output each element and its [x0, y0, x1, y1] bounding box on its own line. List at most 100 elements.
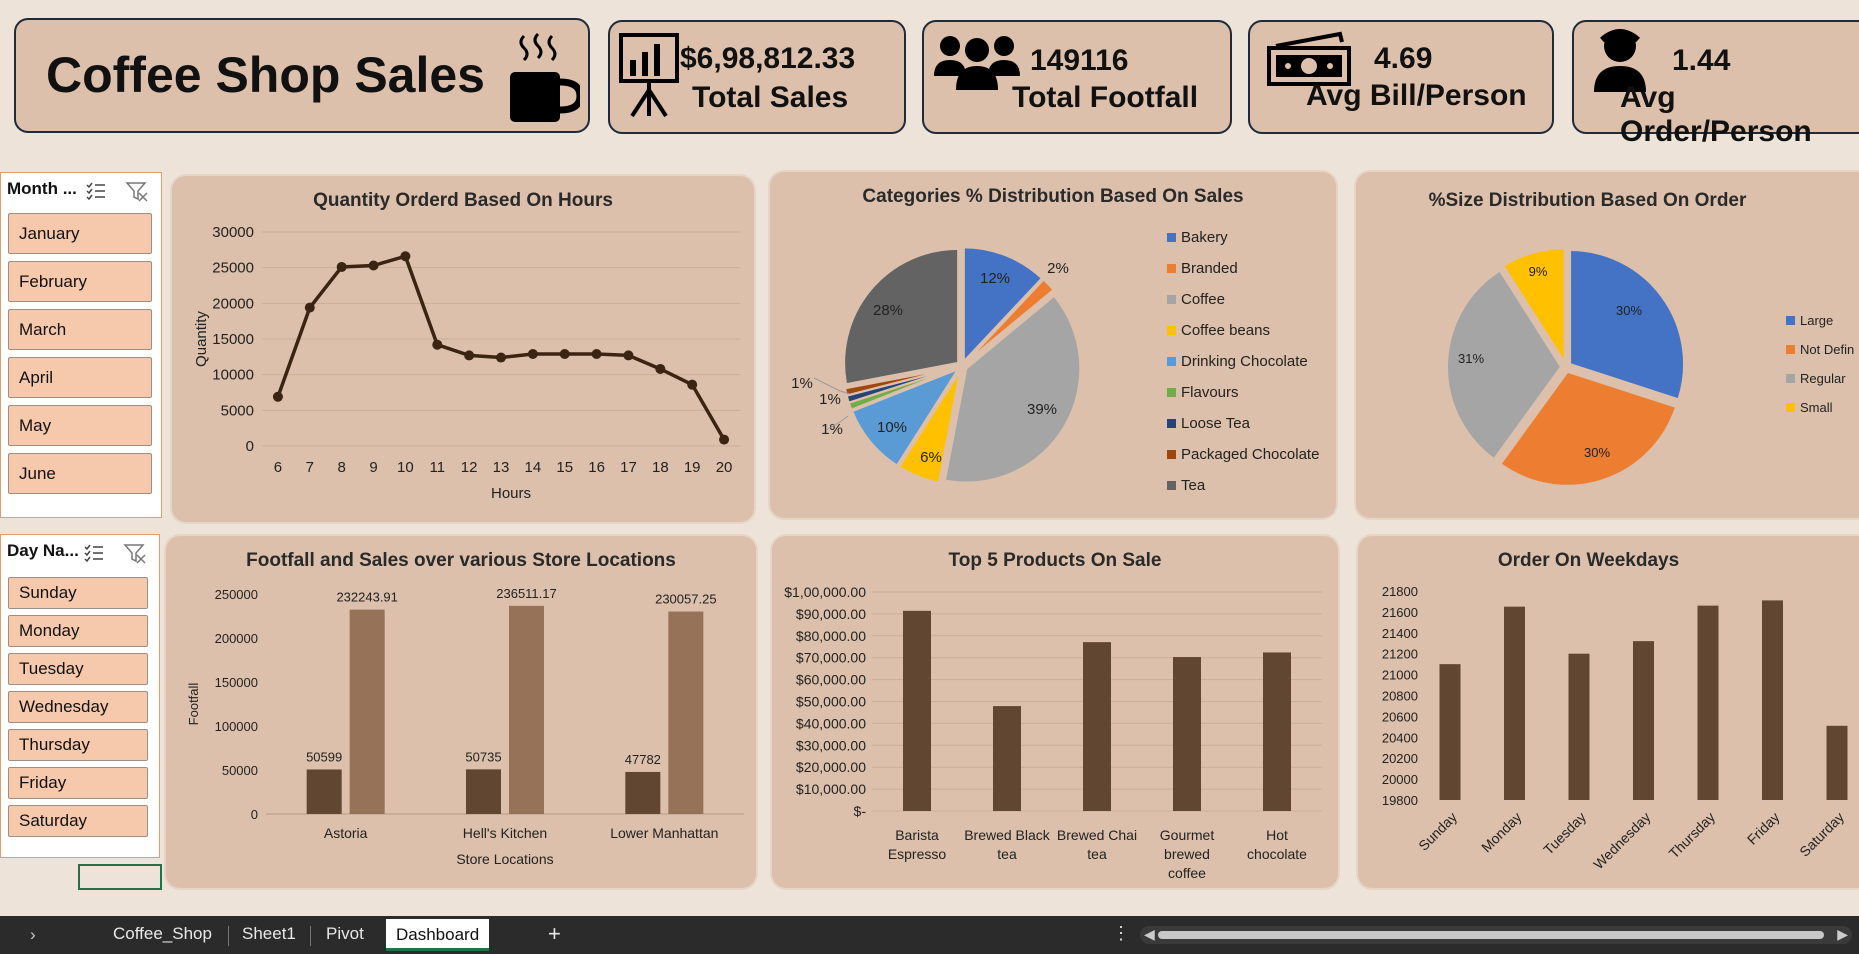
kpi-avg-order-label: Avg Order/Person — [1620, 81, 1812, 148]
day-item-monday[interactable]: Monday — [8, 615, 148, 647]
day-item-friday[interactable]: Friday — [8, 767, 148, 799]
hours-line-chart: 0 5000 10000 15000 20000 25000 30000 6 7 8 9 10 11 12… — [193, 224, 740, 502]
x-tick-label: Wednesday — [1590, 809, 1653, 872]
data-label: 232243.91 — [336, 590, 397, 605]
x-tick-label: 20 — [716, 459, 733, 476]
bar — [349, 609, 385, 814]
tab-sheet1[interactable]: Sheet1 — [242, 924, 296, 944]
x-tick-label: chocolate — [1247, 846, 1307, 862]
day-item-saturday[interactable]: Saturday — [8, 805, 148, 837]
horizontal-scrollbar[interactable]: ◀ ▶ — [1140, 926, 1852, 944]
x-tick-label: 6 — [274, 459, 282, 476]
bar — [509, 605, 544, 814]
kpi-avg-order: 1.44 Avg Order/Person — [1572, 20, 1859, 148]
multi-select-icon[interactable] — [83, 543, 105, 563]
y-tick-label: 20400 — [1382, 730, 1418, 745]
legend-entry: Drinking Chocolate — [1181, 353, 1308, 370]
clear-filter-icon[interactable] — [125, 181, 149, 203]
data-point — [591, 348, 602, 359]
bar — [1633, 641, 1654, 800]
y-tick-label: 5000 — [221, 402, 254, 419]
month-item-february[interactable]: February — [8, 261, 152, 302]
x-tick-label: Gourmet — [1160, 827, 1215, 843]
day-item-tuesday[interactable]: Tuesday — [8, 653, 148, 685]
scroll-tabs-chevron-icon[interactable]: › — [30, 925, 36, 945]
data-point — [432, 339, 443, 350]
tab-coffee-shop[interactable]: Coffee_Shop — [113, 924, 212, 944]
scrollbar-thumb[interactable] — [1158, 931, 1824, 939]
scroll-left-icon[interactable]: ◀ — [1144, 926, 1155, 943]
weekdays-bar-chart: 19800 20000 20200 20400 20600 20800 21000 21200… — [1382, 584, 1848, 872]
x-tick-label: Hell's Kitchen — [463, 825, 547, 841]
x-tick-label: Brewed Black — [964, 827, 1051, 843]
day-slicer[interactable]: Day Na... Sunday Monday Tuesday Wednesda… — [0, 534, 160, 858]
tab-dashboard[interactable]: Dashboard — [386, 919, 490, 951]
locations-bar-chart: 0 50000 100000 150000 200000 250000 50599 23224… — [186, 586, 744, 867]
y-tick-label: 21200 — [1382, 647, 1418, 662]
day-item-wednesday[interactable]: Wednesday — [8, 691, 148, 723]
month-item-may[interactable]: May — [8, 405, 152, 446]
bar — [306, 769, 342, 814]
tab-pivot[interactable]: Pivot — [326, 924, 364, 944]
x-axis-label: Hours — [491, 485, 531, 502]
data-point — [559, 348, 570, 359]
data-label: 1% — [791, 375, 813, 392]
y-tick-label: 20200 — [1382, 751, 1418, 766]
data-point — [304, 302, 315, 313]
data-label: 30% — [1584, 445, 1610, 460]
y-tick-label: $50,000.00 — [796, 694, 866, 710]
data-point — [527, 348, 538, 359]
month-item-march[interactable]: March — [8, 309, 152, 350]
data-point — [368, 260, 379, 271]
data-point — [719, 434, 730, 445]
coffee-mug-icon — [510, 32, 580, 122]
bar — [1762, 600, 1783, 800]
y-axis-label: Footfall — [186, 683, 201, 726]
legend-swatch — [1167, 264, 1176, 273]
selected-cell[interactable] — [78, 864, 162, 890]
x-tick-label: tea — [1087, 846, 1107, 862]
data-point — [655, 363, 666, 374]
more-options-icon[interactable]: ⋮ — [1112, 923, 1130, 944]
legend-swatch — [1786, 316, 1795, 325]
multi-select-icon[interactable] — [85, 181, 107, 201]
legend-swatch — [1786, 403, 1795, 412]
x-tick-label: Hot — [1266, 827, 1288, 843]
clear-filter-icon[interactable] — [123, 543, 147, 565]
x-tick-label: 17 — [620, 459, 637, 476]
x-tick-label: 15 — [556, 459, 573, 476]
tab-divider — [310, 926, 311, 946]
month-item-january[interactable]: January — [8, 213, 152, 254]
y-tick-label: 20800 — [1382, 689, 1418, 704]
month-slicer[interactable]: Month ... January February March April M… — [0, 172, 162, 518]
y-tick-label: 30000 — [212, 224, 254, 241]
legend-swatch — [1167, 419, 1176, 428]
kpi-avg-bill: 4.69 Avg Bill/Person — [1248, 20, 1554, 134]
x-tick-label: 9 — [369, 459, 377, 476]
scroll-right-icon[interactable]: ▶ — [1837, 926, 1848, 943]
legend-swatch — [1167, 233, 1176, 242]
month-item-june[interactable]: June — [8, 453, 152, 494]
kpi-avg-order-value: 1.44 — [1672, 44, 1731, 77]
bar — [903, 610, 931, 811]
pie-slice — [1569, 249, 1686, 401]
data-label: 50735 — [465, 749, 501, 764]
x-tick-label: 14 — [525, 459, 542, 476]
add-sheet-icon[interactable]: + — [548, 921, 561, 947]
day-item-sunday[interactable]: Sunday — [8, 577, 148, 609]
legend-swatch — [1167, 450, 1176, 459]
month-item-april[interactable]: April — [8, 357, 152, 398]
bar — [1826, 725, 1848, 800]
sizes-chart-panel: %Size Distribution Based On Order 30% 30%… — [1356, 172, 1859, 518]
legend-entry: Regular — [1800, 371, 1846, 386]
kpi-total-footfall: 149116 Total Footfall — [922, 20, 1232, 134]
data-label: 47782 — [625, 752, 661, 767]
y-tick-label: 0 — [251, 807, 258, 822]
kpi-total-footfall-label: Total Footfall — [1012, 81, 1199, 114]
data-label: 28% — [873, 302, 903, 319]
day-item-thursday[interactable]: Thursday — [8, 729, 148, 761]
data-point — [336, 261, 347, 272]
x-tick-label: coffee — [1168, 865, 1206, 881]
data-label: 12% — [980, 270, 1010, 287]
data-label: 10% — [877, 419, 907, 436]
